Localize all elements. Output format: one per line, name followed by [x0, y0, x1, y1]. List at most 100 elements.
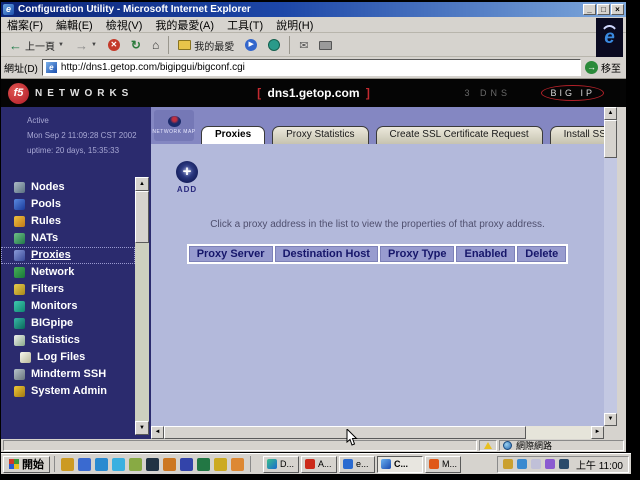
task-button-1[interactable]: D... [263, 456, 299, 473]
scrollbar-thumb[interactable] [604, 120, 617, 158]
refresh-button[interactable]: ↻ [127, 37, 145, 53]
sidebar-item-nodes[interactable]: Nodes [1, 179, 135, 196]
forward-button[interactable]: → ▼ [71, 37, 101, 54]
page-body: Active Mon Sep 2 11:09:28 CST 2002 uptim… [1, 107, 626, 439]
scrollbar-thumb[interactable] [135, 191, 149, 243]
menu-view[interactable]: 檢視(V) [106, 17, 143, 33]
print-button[interactable] [315, 40, 336, 51]
quicklaunch-icon[interactable] [214, 458, 227, 471]
scroll-up-icon[interactable] [135, 177, 149, 191]
quicklaunch-icon[interactable] [129, 458, 142, 471]
quicklaunch-icon[interactable] [231, 458, 244, 471]
nats-icon [14, 233, 25, 244]
sidebar-item-statistics[interactable]: Statistics [1, 332, 135, 349]
address-url: http://dns1.getop.com/bigipgui/bigconf.c… [61, 62, 245, 73]
menu-favorites[interactable]: 我的最愛(A) [155, 17, 214, 33]
sidebar-item-monitors[interactable]: Monitors [1, 298, 135, 315]
tab-proxies[interactable]: Proxies [201, 126, 265, 144]
sidebar-item-proxies[interactable]: Proxies [1, 247, 135, 264]
tab-create-ssl-certificate-request[interactable]: Create SSL Certificate Request [376, 126, 543, 144]
product-bigip[interactable]: BIG IP [541, 85, 604, 101]
window-title: Configuration Utility - Microsoft Intern… [18, 4, 583, 15]
stop-button[interactable]: ✕ [104, 38, 124, 52]
quicklaunch-icon[interactable] [146, 458, 159, 471]
media-icon: ▶ [245, 39, 257, 51]
quicklaunch-icon[interactable] [78, 458, 91, 471]
home-icon: ⌂ [152, 38, 159, 52]
media-button[interactable]: ▶ [241, 38, 261, 52]
close-button[interactable] [611, 4, 624, 15]
bigpipe-icon [14, 318, 25, 329]
add-label: ADD [169, 185, 205, 194]
quicklaunch-icon[interactable] [180, 458, 193, 471]
back-button[interactable]: ← 上一頁 ▼ [5, 37, 68, 54]
sidebar-nav: Nodes Pools Rules NATs Proxies Network F… [1, 179, 135, 400]
tab-proxy-statistics[interactable]: Proxy Statistics [272, 126, 368, 144]
status-bar: 網際網路 [1, 439, 626, 452]
tray-icon[interactable] [545, 459, 555, 469]
scroll-right-icon[interactable] [591, 426, 604, 439]
history-button[interactable] [264, 38, 284, 52]
sidebar-scrollbar[interactable] [135, 177, 149, 435]
proxies-icon [14, 250, 25, 261]
back-arrow-icon: ← [9, 38, 22, 53]
address-input[interactable]: e http://dns1.getop.com/bigipgui/bigconf… [42, 59, 581, 76]
sidebar-item-system-admin[interactable]: System Admin [1, 383, 135, 400]
quicklaunch-icon[interactable] [95, 458, 108, 471]
network-map-label: NETWORK MAP [152, 129, 195, 135]
menu-file[interactable]: 檔案(F) [7, 17, 43, 33]
back-dropdown-icon[interactable]: ▼ [58, 42, 64, 48]
statistics-icon [14, 335, 25, 346]
menu-edit[interactable]: 編輯(E) [56, 17, 93, 33]
mouse-cursor [346, 429, 358, 447]
quicklaunch-icon[interactable] [163, 458, 176, 471]
app-icon [381, 459, 391, 469]
tray-icon[interactable] [503, 459, 513, 469]
favorites-button[interactable]: 我的最愛 [174, 37, 238, 54]
quicklaunch-icon[interactable] [197, 458, 210, 471]
col-delete: Delete [517, 246, 566, 262]
sidebar-item-mindterm-ssh[interactable]: Mindterm SSH [1, 366, 135, 383]
sidebar-item-nats[interactable]: NATs [1, 230, 135, 247]
tray-icon[interactable] [531, 459, 541, 469]
menu-help[interactable]: 說明(H) [276, 17, 313, 33]
scroll-down-icon[interactable] [135, 421, 149, 435]
maximize-button[interactable] [597, 4, 610, 15]
network-map-button[interactable]: NETWORK MAP [154, 110, 194, 141]
sidebar-item-bigpipe[interactable]: BIGpipe [1, 315, 135, 332]
forward-dropdown-icon[interactable]: ▼ [91, 42, 97, 48]
quicklaunch-icon[interactable] [112, 458, 125, 471]
app-icon [267, 459, 277, 469]
add-button[interactable]: + ADD [169, 161, 205, 194]
home-button[interactable]: ⌂ [148, 37, 163, 53]
scroll-down-icon[interactable] [604, 413, 617, 426]
browser-window: e Configuration Utility - Microsoft Inte… [1, 2, 626, 452]
task-button-active[interactable]: C... [377, 456, 423, 473]
tray-icon[interactable] [517, 459, 527, 469]
forward-arrow-icon: → [75, 38, 88, 53]
minimize-button[interactable] [583, 4, 596, 15]
task-button-3[interactable]: e... [339, 456, 375, 473]
sidebar: Active Mon Sep 2 11:09:28 CST 2002 uptim… [1, 107, 151, 439]
content-horizontal-scrollbar[interactable] [151, 426, 604, 439]
task-button-2[interactable]: A... [301, 456, 337, 473]
content-vertical-scrollbar[interactable] [604, 107, 617, 426]
scroll-up-icon[interactable] [604, 107, 617, 120]
sidebar-item-log-files[interactable]: Log Files [1, 349, 135, 366]
tray-icon[interactable] [559, 459, 569, 469]
sidebar-item-pools[interactable]: Pools [1, 196, 135, 213]
product-3dns[interactable]: 3 DNS [464, 88, 511, 98]
sidebar-item-network[interactable]: Network [1, 264, 135, 281]
scroll-left-icon[interactable] [151, 426, 164, 439]
task-button-5[interactable]: M... [425, 456, 461, 473]
scrollbar-thumb[interactable] [164, 426, 526, 439]
sidebar-item-rules[interactable]: Rules [1, 213, 135, 230]
title-bar[interactable]: e Configuration Utility - Microsoft Inte… [1, 2, 626, 17]
quicklaunch-icon[interactable] [61, 458, 74, 471]
col-enabled: Enabled [456, 246, 515, 262]
go-button[interactable]: → 移至 [585, 60, 623, 75]
menu-tools[interactable]: 工具(T) [227, 17, 263, 33]
mail-button[interactable]: ✉ [295, 38, 312, 53]
sidebar-item-filters[interactable]: Filters [1, 281, 135, 298]
start-button[interactable]: 開始 [3, 456, 50, 473]
